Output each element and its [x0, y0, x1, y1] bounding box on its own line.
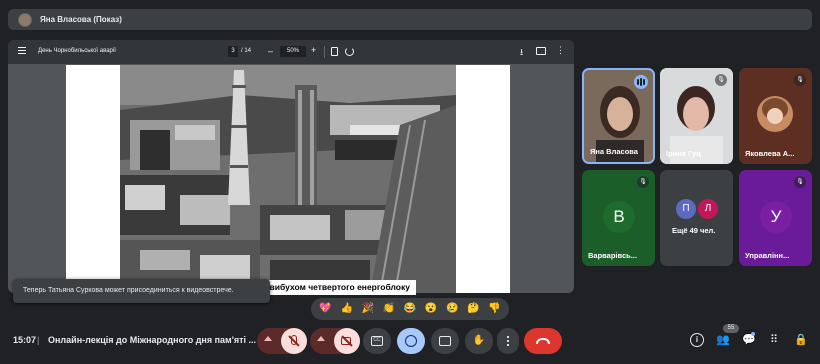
- page-total: / 14: [241, 48, 252, 54]
- join-notification-toast: Теперь Татьяна Суркова может присоединит…: [13, 279, 270, 303]
- mic-control-group: [257, 328, 307, 354]
- participant-tile[interactable]: 🎙 Ірина Гуц: [660, 68, 733, 164]
- mic-off-icon: 🎙: [637, 176, 649, 188]
- participant-tile[interactable]: 🎙 Яковлева А...: [739, 68, 812, 164]
- hand-icon: ✋: [472, 335, 486, 346]
- participant-avatar: В: [603, 201, 635, 233]
- page-number-input[interactable]: 3: [228, 46, 238, 57]
- presenter-bar[interactable]: Яна Власова (Показ): [8, 9, 812, 30]
- participant-avatar: [757, 96, 793, 132]
- participant-tile[interactable]: У 🎙 Управлінн...: [739, 170, 812, 266]
- participant-tile[interactable]: В 🎙 Варварівсь...: [582, 170, 655, 266]
- reaction-sad-icon[interactable]: 😢: [446, 303, 458, 315]
- participant-avatar: У: [760, 201, 792, 233]
- emoji-icon: [405, 335, 417, 347]
- reaction-laugh-icon[interactable]: 😂: [404, 303, 416, 315]
- reactions-button[interactable]: [397, 328, 425, 354]
- meet-window: Яна Власова (Показ) День Чорнобильської …: [0, 0, 820, 364]
- raise-hand-button[interactable]: ✋: [465, 328, 493, 354]
- download-icon[interactable]: ⭳: [520, 45, 523, 61]
- camera-toggle-button[interactable]: [334, 328, 360, 354]
- camera-options-chevron-icon[interactable]: [317, 336, 325, 341]
- speaking-indicator-icon: [634, 75, 648, 89]
- shared-screen: День Чорнобильської аварії 3 / 14 – 50% …: [8, 40, 574, 293]
- reaction-thinking-icon[interactable]: 🤔: [467, 303, 479, 315]
- participant-name: Яковлева А...: [745, 149, 795, 158]
- activities-icon[interactable]: ⠿: [767, 333, 781, 347]
- slide-caption: о вибухом четвертого енергоблоку: [256, 280, 416, 295]
- people-icon[interactable]: 👥: [716, 333, 730, 347]
- reaction-party-icon[interactable]: 🎉: [362, 303, 374, 315]
- participant-name: Яна Власова: [590, 147, 638, 156]
- camera-control-group: [310, 328, 360, 354]
- info-icon[interactable]: i: [690, 333, 704, 347]
- presenter-name: Яна Власова (Показ): [40, 15, 122, 24]
- hang-up-icon: [536, 338, 550, 344]
- clock-separator: |: [37, 335, 40, 345]
- reaction-surprised-icon[interactable]: 😮: [425, 303, 437, 315]
- chernobyl-photo: [120, 65, 456, 293]
- people-count-badge: 55: [723, 324, 739, 333]
- captions-icon: CC: [371, 336, 383, 346]
- meeting-clock: 15:07: [13, 335, 37, 345]
- host-controls-icon[interactable]: 🔒: [794, 333, 808, 347]
- participant-avatar: П: [676, 199, 696, 219]
- present-icon: [439, 336, 451, 346]
- more-participants-label: Ещё 49 чел.: [672, 226, 716, 235]
- participant-avatar: Л: [698, 199, 718, 219]
- participant-name: Управлінн...: [745, 251, 790, 260]
- participant-tile[interactable]: Яна Власова: [582, 68, 655, 164]
- reaction-thumbs-up-icon[interactable]: 👍: [340, 303, 352, 315]
- reaction-clap-icon[interactable]: 👏: [383, 303, 395, 315]
- presenter-avatar: [18, 12, 32, 27]
- present-button[interactable]: [431, 328, 459, 354]
- menu-icon[interactable]: [18, 47, 26, 56]
- zoom-in-button[interactable]: +: [311, 45, 316, 55]
- pdf-title: День Чорнобильської аварії: [38, 48, 116, 54]
- rotate-icon[interactable]: [345, 47, 354, 56]
- mic-options-chevron-icon[interactable]: [264, 336, 272, 341]
- meeting-title: Онлайн-лекція до Міжнародного дня пам'ят…: [48, 335, 257, 345]
- zoom-out-button[interactable]: –: [268, 46, 273, 56]
- leave-call-button[interactable]: [524, 328, 562, 354]
- captions-button[interactable]: CC: [363, 328, 391, 354]
- participant-name: Варварівсь...: [588, 251, 637, 260]
- reaction-heart-icon[interactable]: 💖: [319, 303, 331, 315]
- mic-off-icon: 🎙: [794, 176, 806, 188]
- zoom-input[interactable]: 50%: [280, 46, 306, 57]
- more-vert-icon[interactable]: ⋮: [556, 45, 565, 56]
- more-participants-tile[interactable]: П Л Ещё 49 чел.: [660, 170, 733, 266]
- pdf-toolbar: День Чорнобильської аварії 3 / 14 – 50% …: [8, 40, 574, 64]
- reactions-bar: 💖 👍 🎉 👏 😂 😮 😢 🤔 👎: [311, 298, 509, 320]
- print-icon[interactable]: [536, 47, 546, 55]
- toolbar-divider: [324, 46, 325, 58]
- reaction-thumbs-down-icon[interactable]: 👎: [488, 303, 500, 315]
- mic-off-icon: 🎙: [794, 74, 806, 86]
- fit-page-icon[interactable]: [331, 47, 338, 56]
- participant-name: Ірина Гуц: [666, 149, 701, 158]
- mic-toggle-button[interactable]: [281, 328, 307, 354]
- mic-off-icon: 🎙: [715, 74, 727, 86]
- more-vert-icon: [507, 335, 509, 347]
- chat-notification-dot: [751, 332, 755, 336]
- more-options-button[interactable]: [497, 328, 519, 354]
